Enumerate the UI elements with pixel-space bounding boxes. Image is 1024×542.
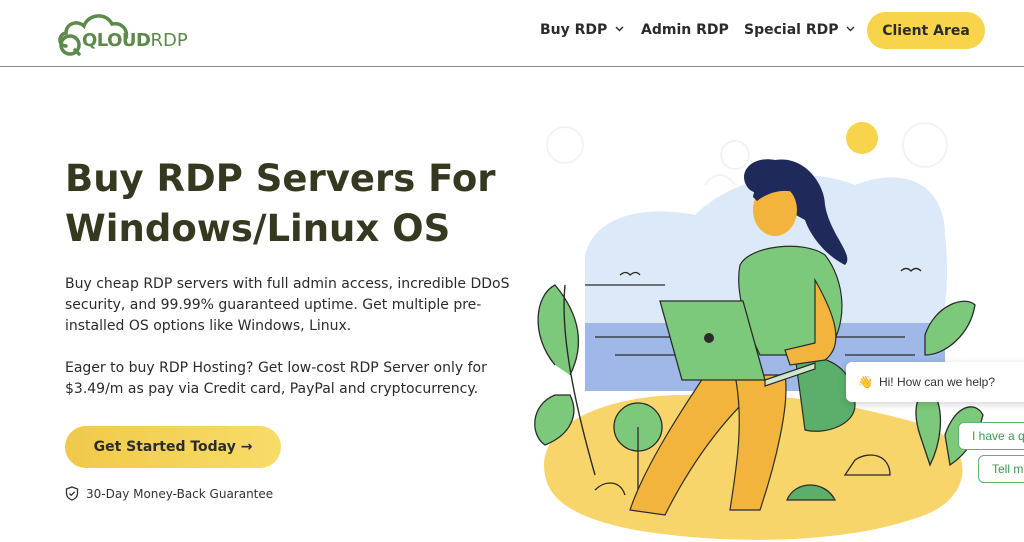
logo-text-part1: QLOUD (82, 30, 151, 51)
logo-text-part2: RDP (150, 30, 188, 51)
waving-hand-icon: 👋 (858, 375, 873, 389)
hero-paragraph-2: Eager to buy RDP Hosting? Get low-cost R… (65, 360, 487, 397)
guarantee-text: 30-Day Money-Back Guarantee (86, 486, 274, 501)
hero-title: Buy RDP Servers For Windows/Linux OS (65, 157, 496, 250)
get-started-button[interactable]: Get Started Today → (65, 426, 281, 468)
chat-option-tell-me[interactable]: Tell me (978, 455, 1024, 483)
logo[interactable]: QLOUD RDP (56, 8, 188, 58)
chevron-down-icon (846, 24, 855, 35)
hero-illustration (525, 105, 1024, 542)
chevron-down-icon (615, 24, 624, 35)
chat-greeting-text: Hi! How can we help? (878, 375, 996, 389)
chat-option-question[interactable]: I have a qu (958, 422, 1024, 450)
shield-check-icon (65, 486, 79, 501)
nav-buy-rdp-label: Buy RDP (540, 22, 608, 38)
chat-greeting-bubble[interactable]: 👋 Hi! How can we help? (846, 362, 1024, 402)
client-area-button[interactable]: Client Area (867, 12, 985, 49)
nav-admin-rdp-label: Admin RDP (641, 22, 729, 38)
nav-special-rdp[interactable]: Special RDP (744, 22, 855, 38)
site-header: QLOUD RDP Buy RDP Admin RDP Special RDP … (0, 0, 1024, 67)
nav-buy-rdp[interactable]: Buy RDP (540, 22, 624, 38)
hero-paragraph-1: Buy cheap RDP servers with full admin ac… (65, 276, 510, 334)
money-back-guarantee: 30-Day Money-Back Guarantee (65, 486, 273, 501)
nav-special-rdp-label: Special RDP (744, 22, 839, 38)
nav-admin-rdp[interactable]: Admin RDP (641, 22, 729, 38)
